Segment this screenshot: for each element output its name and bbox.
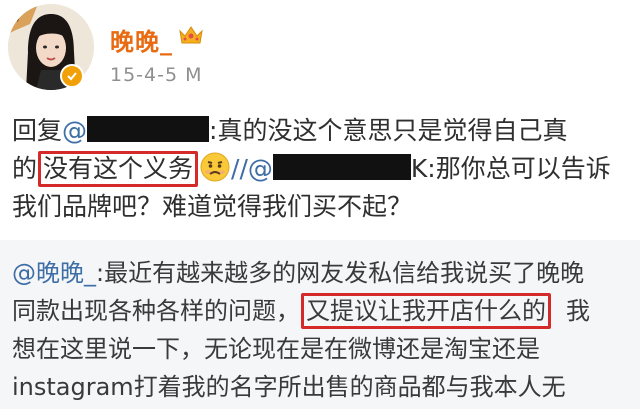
forwarded-line-4: instagram打着我的名字所出售的商品都与我本人无 [12, 368, 632, 406]
post-line-3: 我们品牌吧？难道觉得我们买不起？ [12, 188, 632, 226]
forwarded-post[interactable]: @晚晚_:最近有越来越多的网友发私信给我说买了晚晚 同款出现各种各样的问题， 又提… [0, 240, 640, 409]
forwarded-line-1: @晚晚_:最近有越来越多的网友发私信给我说买了晚晚 [12, 254, 632, 292]
redacted-username [87, 116, 210, 142]
post-line-2: 的没有这个义务 //@ K:那你总可以告诉 [12, 150, 632, 188]
worried-face-emoji-icon [200, 152, 230, 182]
verified-badge-icon [60, 64, 84, 88]
forwarded-text-segment: instagram打着我的名字所出售的商品都与我本人无 [12, 373, 566, 401]
forwarded-text-segment: 想在这里说一下，无论现在是在微博还是淘宝还是 [12, 335, 540, 363]
post-line-1: 回复@ :真的没这个意思只是觉得自己真 [12, 112, 632, 150]
forwarded-text-segment: 我 [566, 297, 590, 325]
forwarded-text-segment: :最近有越来越多的网友发私信给我说买了晚晚 [96, 259, 585, 287]
post-text-segment: 的 [12, 154, 38, 183]
post-timestamp: 15-4-5 M [110, 64, 203, 86]
forwarded-mention[interactable]: @晚晚_ [12, 259, 96, 287]
crown-icon [179, 26, 203, 44]
forwarded-text-segment: 同款出现各种各样的问题， [12, 297, 300, 325]
post-text-segment: 我们品牌吧？难道觉得我们买不起？ [12, 192, 413, 221]
forwarded-content: @晚晚_:最近有越来越多的网友发私信给我说买了晚晚 同款出现各种各样的问题， 又提… [12, 254, 632, 406]
highlight-box: 又提议让我开店什么的 [301, 293, 551, 329]
reply-text: :真的没这个意思只是觉得自己真 [209, 116, 568, 145]
redacted-username [272, 154, 411, 180]
forwarded-line-3: 想在这里说一下，无论现在是在微博还是淘宝还是 [12, 330, 632, 368]
post-content: 回复@:真的没这个意思只是觉得自己真 的没有这个义务 //@ K:那你总可以告诉 … [12, 112, 632, 226]
forward-mention[interactable]: //@ [231, 154, 273, 183]
reply-prefix: 回复 [12, 116, 63, 145]
reply-mention[interactable]: @ [62, 116, 87, 145]
highlight-box: 没有这个义务 [38, 151, 199, 187]
post-text-segment: K:那你总可以告诉 [410, 154, 611, 183]
weibo-post: 晚晚_ 15-4-5 M 回复@ :真的没这个意思只是觉得自己真 的没有这个义务 … [0, 0, 640, 240]
username[interactable]: 晚晚_ [110, 22, 173, 57]
forwarded-line-2: 同款出现各种各样的问题， 又提议让我开店什么的我 [12, 292, 632, 330]
